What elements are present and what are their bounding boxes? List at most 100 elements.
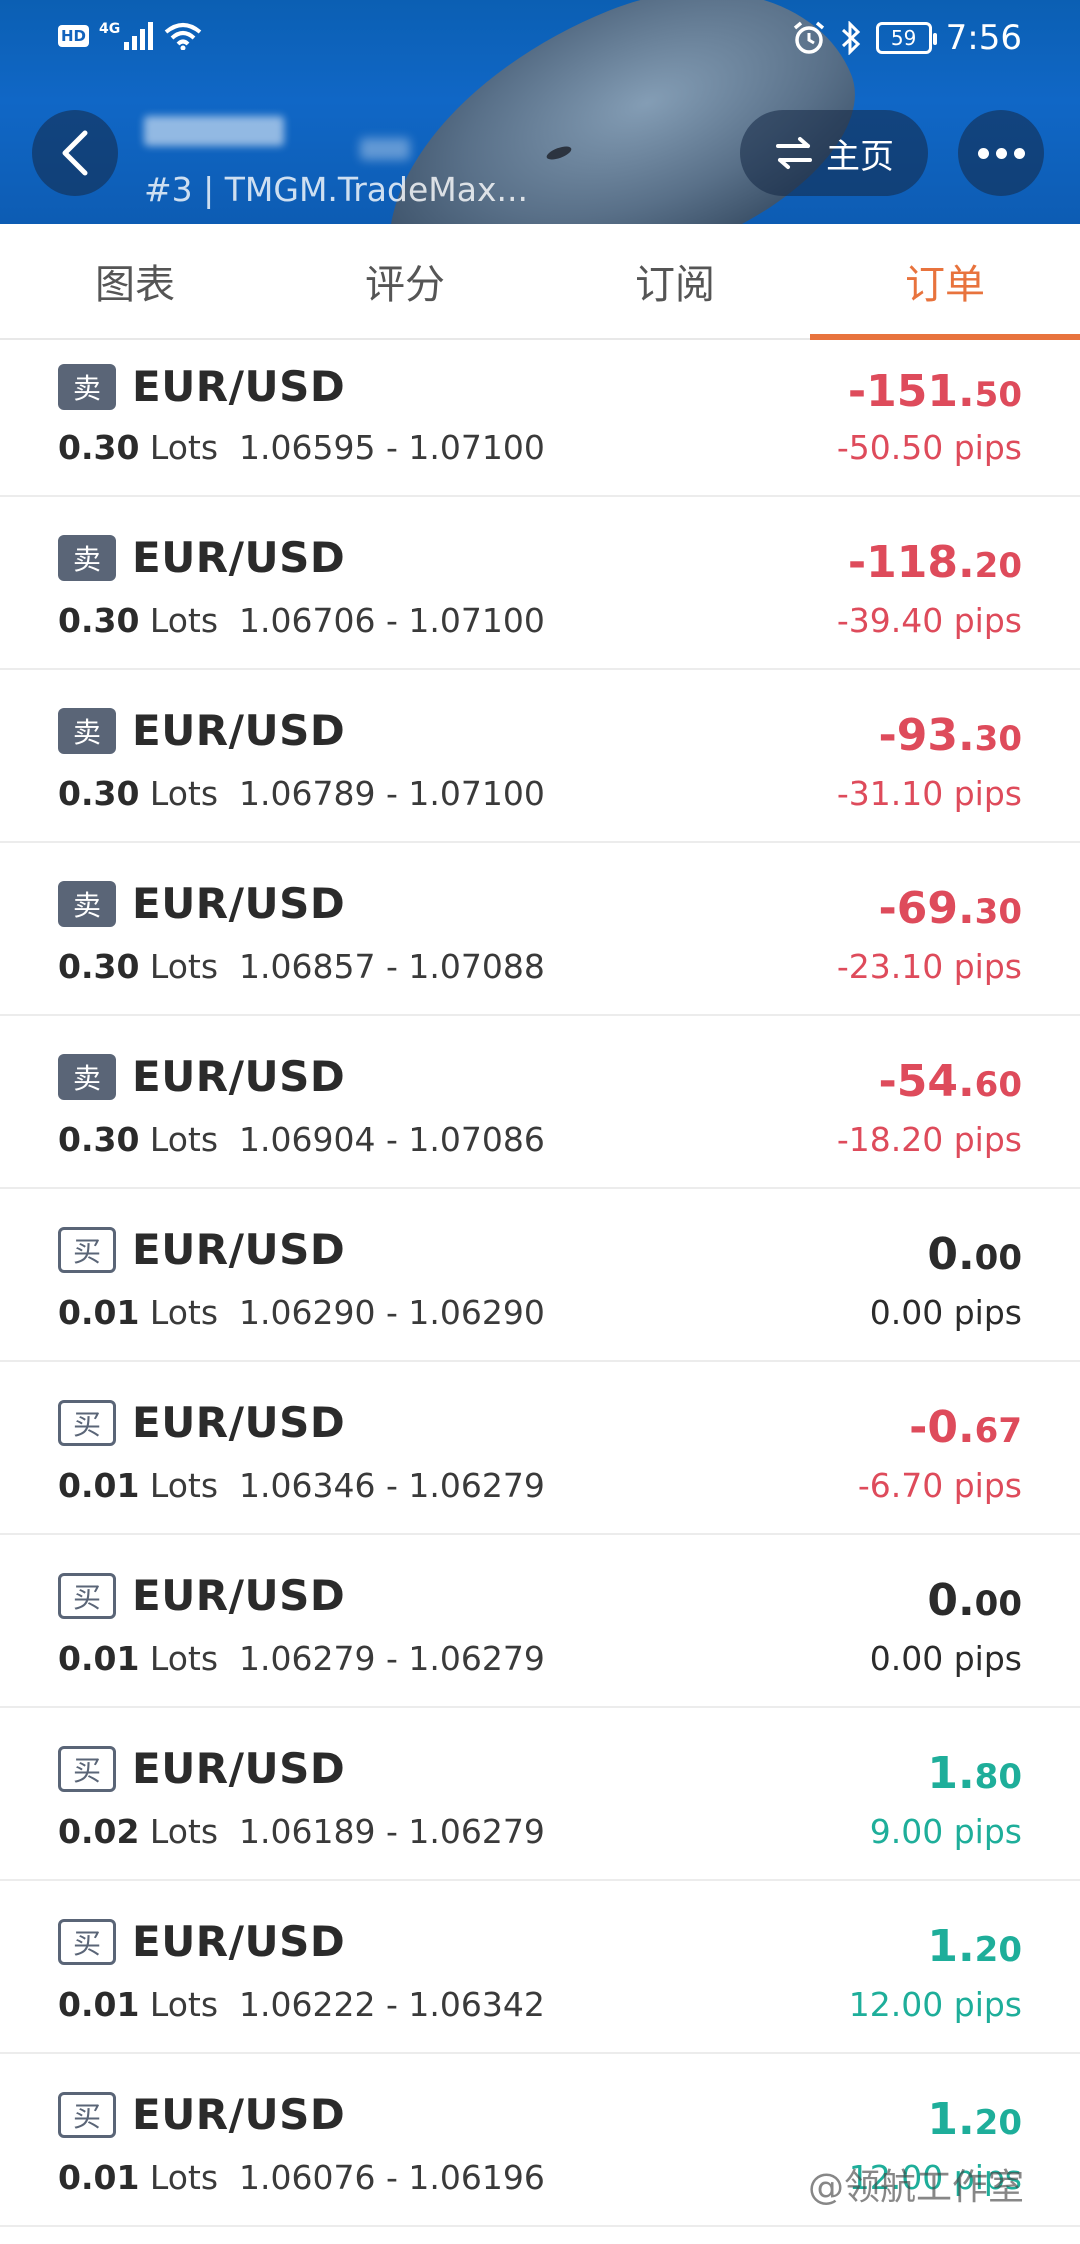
order-pips: -39.40 pips: [836, 601, 1022, 640]
order-row[interactable]: 买 EUR/USD 0.01 Lots 1.06346 - 1.06279 -0.67…: [0, 1362, 1080, 1535]
order-symbol: EUR/USD: [132, 879, 346, 928]
order-row[interactable]: 卖 EUR/USD 0.30 Lots 1.06595 - 1.07100 -151.…: [0, 340, 1080, 497]
order-symbol: EUR/USD: [132, 533, 346, 582]
order-row[interactable]: 买 EUR/USD 0.01 Lots 1.06279 - 1.06279 0.00 0…: [0, 1535, 1080, 1708]
signal-icon: [124, 22, 154, 50]
order-symbol: EUR/USD: [132, 1052, 346, 1101]
order-lots-label: Lots: [149, 2158, 219, 2197]
order-lots-label: Lots: [149, 601, 219, 640]
more-dot-icon: [995, 147, 1007, 159]
order-symbol: EUR/USD: [132, 362, 346, 411]
order-symbol: EUR/USD: [132, 1398, 346, 1447]
back-arrow-icon: [62, 130, 88, 176]
order-lots-label: Lots: [149, 1985, 219, 2024]
order-list: 卖 EUR/USD 0.30 Lots 1.06595 - 1.07100 -151.…: [0, 340, 1080, 2227]
tab-orders[interactable]: 订单: [810, 224, 1080, 340]
order-profit-decimal: 60: [974, 1065, 1022, 1105]
order-profit: -54.60: [878, 1056, 1022, 1107]
order-symbol: EUR/USD: [132, 706, 346, 755]
order-row[interactable]: 卖 EUR/USD 0.30 Lots 1.06789 - 1.07100 -93.3…: [0, 670, 1080, 843]
order-lots-label: Lots: [149, 1293, 219, 1332]
order-prices: 1.06076 - 1.06196: [239, 2158, 545, 2197]
tab-subscribe[interactable]: 订阅: [540, 224, 810, 338]
order-pips: 9.00 pips: [869, 1812, 1022, 1851]
order-prices: 1.06290 - 1.06290: [239, 1293, 545, 1332]
order-row[interactable]: 卖 EUR/USD 0.30 Lots 1.06904 - 1.07086 -54.6…: [0, 1016, 1080, 1189]
watermark: @领航工作室: [808, 2167, 1025, 2208]
sell-side-badge: 卖: [58, 707, 116, 754]
swap-icon: [776, 137, 812, 169]
order-pips: -18.20 pips: [836, 1120, 1022, 1159]
order-pips: 0.00 pips: [869, 1639, 1022, 1678]
order-details: 0.01 Lots 1.06076 - 1.06196: [58, 2158, 545, 2197]
order-profit-decimal: 20: [974, 2103, 1022, 2143]
order-row[interactable]: 卖 EUR/USD 0.30 Lots 1.06857 - 1.07088 -69.3…: [0, 843, 1080, 1016]
order-profit-integer: 1.: [927, 1921, 975, 1972]
order-lots: 0.30: [58, 601, 140, 640]
buy-side-badge: 买: [58, 1399, 116, 1446]
order-prices: 1.06595 - 1.07100: [239, 428, 545, 467]
buy-side-badge: 买: [58, 1226, 116, 1273]
order-lots-label: Lots: [149, 774, 219, 813]
order-profit-integer: 0.: [927, 1229, 975, 1280]
order-details: 0.30 Lots 1.06706 - 1.07100: [58, 601, 545, 640]
order-profit-integer: 1.: [927, 2094, 975, 2145]
order-profit-decimal: 00: [974, 1584, 1022, 1624]
wifi-icon: [164, 23, 202, 50]
order-profit-decimal: 30: [974, 892, 1022, 932]
order-symbol: EUR/USD: [132, 2090, 346, 2139]
order-profit: 1.80: [927, 1748, 1022, 1799]
order-profit: -0.67: [909, 1402, 1022, 1453]
order-row[interactable]: 买 EUR/USD 0.01 Lots 1.06222 - 1.06342 1.20 1…: [0, 1881, 1080, 2054]
order-profit: 0.00: [927, 1229, 1022, 1280]
order-details: 0.30 Lots 1.06595 - 1.07100: [58, 428, 545, 467]
order-details: 0.02 Lots 1.06189 - 1.06279: [58, 1812, 545, 1851]
order-lots: 0.30: [58, 428, 140, 467]
order-lots-label: Lots: [149, 947, 219, 986]
order-profit-decimal: 00: [974, 1238, 1022, 1278]
tab-bar: 图表 评分 订阅 订单: [0, 224, 1080, 340]
order-lots: 0.02: [58, 1812, 140, 1851]
order-profit-integer: 1.: [927, 1748, 975, 1799]
hd-icon: HD: [58, 25, 90, 47]
order-symbol: EUR/USD: [132, 1744, 346, 1793]
network-type: 4G: [99, 21, 121, 37]
sell-side-badge: 卖: [58, 363, 116, 410]
order-row[interactable]: 买 EUR/USD 0.02 Lots 1.06189 - 1.06279 1.80 9…: [0, 1708, 1080, 1881]
order-lots: 0.30: [58, 1120, 140, 1159]
order-details: 0.01 Lots 1.06222 - 1.06342: [58, 1985, 545, 2024]
battery-level: 59: [890, 26, 917, 50]
more-options-button[interactable]: [958, 110, 1044, 196]
order-lots: 0.01: [58, 1466, 140, 1505]
order-prices: 1.06279 - 1.06279: [239, 1639, 545, 1678]
order-symbol: EUR/USD: [132, 1571, 346, 1620]
tab-chart[interactable]: 图表: [0, 224, 270, 338]
order-profit-decimal: 50: [974, 375, 1022, 415]
account-name-redacted-2: [360, 138, 410, 160]
order-lots: 0.30: [58, 774, 140, 813]
buy-side-badge: 买: [58, 1745, 116, 1792]
order-profit-integer: -151.: [847, 366, 975, 417]
order-profit-integer: -54.: [878, 1056, 975, 1107]
order-pips: 12.00 pips: [848, 1985, 1022, 2024]
sell-side-badge: 卖: [58, 880, 116, 927]
order-symbol: EUR/USD: [132, 1225, 346, 1274]
tab-rating[interactable]: 评分: [270, 224, 540, 338]
order-lots: 0.01: [58, 1639, 140, 1678]
order-details: 0.01 Lots 1.06279 - 1.06279: [58, 1639, 545, 1678]
order-profit-decimal: 80: [974, 1757, 1022, 1797]
account-info: #3 | TMGM.TradeMax...: [144, 170, 528, 209]
home-button[interactable]: 主页: [740, 110, 928, 196]
order-row[interactable]: 卖 EUR/USD 0.30 Lots 1.06706 - 1.07100 -118.…: [0, 497, 1080, 670]
order-prices: 1.06189 - 1.06279: [239, 1812, 545, 1851]
order-profit-integer: -69.: [878, 883, 975, 934]
back-button[interactable]: [32, 110, 118, 196]
home-button-label: 主页: [826, 136, 894, 177]
order-row[interactable]: 买 EUR/USD 0.01 Lots 1.06290 - 1.06290 0.00 0…: [0, 1189, 1080, 1362]
order-lots: 0.30: [58, 947, 140, 986]
more-dot-icon: [977, 147, 989, 159]
sell-side-badge: 卖: [58, 534, 116, 581]
order-details: 0.30 Lots 1.06789 - 1.07100: [58, 774, 545, 813]
buy-side-badge: 买: [58, 1918, 116, 1965]
order-prices: 1.06857 - 1.07088: [239, 947, 545, 986]
